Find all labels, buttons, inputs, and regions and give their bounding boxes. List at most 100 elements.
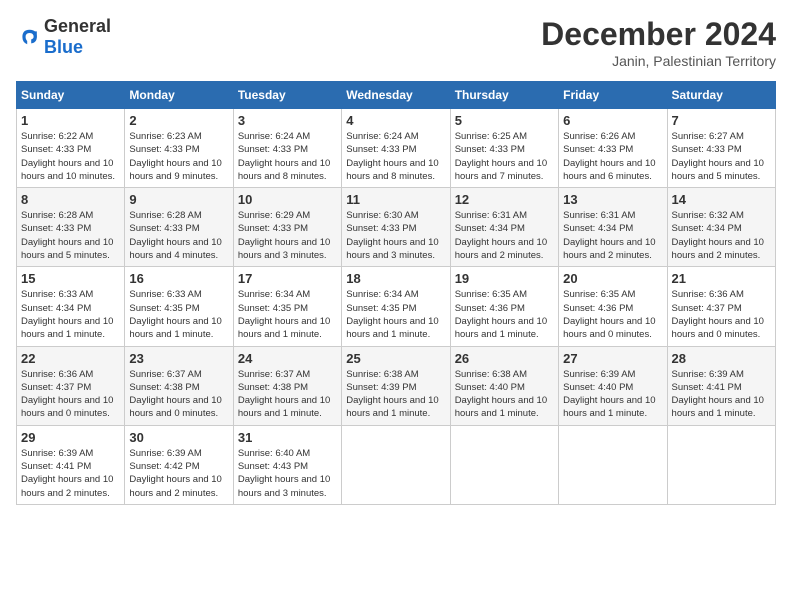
day-number: 22 [21, 351, 120, 366]
calendar-cell: 27 Sunrise: 6:39 AM Sunset: 4:40 PM Dayl… [559, 346, 667, 425]
calendar-cell: 5 Sunrise: 6:25 AM Sunset: 4:33 PM Dayli… [450, 109, 558, 188]
day-info: Sunrise: 6:39 AM Sunset: 4:42 PM Dayligh… [129, 447, 228, 500]
calendar-cell: 22 Sunrise: 6:36 AM Sunset: 4:37 PM Dayl… [17, 346, 125, 425]
calendar-cell [450, 425, 558, 504]
day-info: Sunrise: 6:25 AM Sunset: 4:33 PM Dayligh… [455, 130, 554, 183]
logo-general: General [44, 16, 111, 36]
day-number: 21 [672, 271, 771, 286]
day-number: 27 [563, 351, 662, 366]
calendar-cell: 6 Sunrise: 6:26 AM Sunset: 4:33 PM Dayli… [559, 109, 667, 188]
calendar-cell: 16 Sunrise: 6:33 AM Sunset: 4:35 PM Dayl… [125, 267, 233, 346]
calendar-cell: 11 Sunrise: 6:30 AM Sunset: 4:33 PM Dayl… [342, 188, 450, 267]
day-number: 20 [563, 271, 662, 286]
calendar-cell [667, 425, 775, 504]
calendar-cell: 24 Sunrise: 6:37 AM Sunset: 4:38 PM Dayl… [233, 346, 341, 425]
calendar-body: 1 Sunrise: 6:22 AM Sunset: 4:33 PM Dayli… [17, 109, 776, 505]
day-info: Sunrise: 6:24 AM Sunset: 4:33 PM Dayligh… [346, 130, 445, 183]
day-info: Sunrise: 6:32 AM Sunset: 4:34 PM Dayligh… [672, 209, 771, 262]
day-info: Sunrise: 6:34 AM Sunset: 4:35 PM Dayligh… [238, 288, 337, 341]
day-number: 12 [455, 192, 554, 207]
calendar-cell: 10 Sunrise: 6:29 AM Sunset: 4:33 PM Dayl… [233, 188, 341, 267]
weekday-header-tuesday: Tuesday [233, 82, 341, 109]
day-info: Sunrise: 6:36 AM Sunset: 4:37 PM Dayligh… [21, 368, 120, 421]
calendar-week-row: 15 Sunrise: 6:33 AM Sunset: 4:34 PM Dayl… [17, 267, 776, 346]
calendar-cell: 1 Sunrise: 6:22 AM Sunset: 4:33 PM Dayli… [17, 109, 125, 188]
logo: General Blue [16, 16, 111, 58]
day-number: 23 [129, 351, 228, 366]
day-number: 31 [238, 430, 337, 445]
day-info: Sunrise: 6:35 AM Sunset: 4:36 PM Dayligh… [563, 288, 662, 341]
weekday-header-monday: Monday [125, 82, 233, 109]
day-info: Sunrise: 6:28 AM Sunset: 4:33 PM Dayligh… [21, 209, 120, 262]
day-info: Sunrise: 6:30 AM Sunset: 4:33 PM Dayligh… [346, 209, 445, 262]
logo-text: General Blue [44, 16, 111, 58]
day-number: 24 [238, 351, 337, 366]
calendar-cell: 8 Sunrise: 6:28 AM Sunset: 4:33 PM Dayli… [17, 188, 125, 267]
day-info: Sunrise: 6:31 AM Sunset: 4:34 PM Dayligh… [455, 209, 554, 262]
day-number: 7 [672, 113, 771, 128]
calendar-week-row: 8 Sunrise: 6:28 AM Sunset: 4:33 PM Dayli… [17, 188, 776, 267]
day-number: 10 [238, 192, 337, 207]
day-number: 9 [129, 192, 228, 207]
calendar-cell: 9 Sunrise: 6:28 AM Sunset: 4:33 PM Dayli… [125, 188, 233, 267]
day-info: Sunrise: 6:35 AM Sunset: 4:36 PM Dayligh… [455, 288, 554, 341]
day-info: Sunrise: 6:27 AM Sunset: 4:33 PM Dayligh… [672, 130, 771, 183]
day-info: Sunrise: 6:39 AM Sunset: 4:40 PM Dayligh… [563, 368, 662, 421]
calendar-header-row: SundayMondayTuesdayWednesdayThursdayFrid… [17, 82, 776, 109]
calendar-cell [342, 425, 450, 504]
calendar-cell: 13 Sunrise: 6:31 AM Sunset: 4:34 PM Dayl… [559, 188, 667, 267]
calendar-cell: 7 Sunrise: 6:27 AM Sunset: 4:33 PM Dayli… [667, 109, 775, 188]
calendar-cell: 3 Sunrise: 6:24 AM Sunset: 4:33 PM Dayli… [233, 109, 341, 188]
day-number: 2 [129, 113, 228, 128]
day-info: Sunrise: 6:31 AM Sunset: 4:34 PM Dayligh… [563, 209, 662, 262]
day-info: Sunrise: 6:36 AM Sunset: 4:37 PM Dayligh… [672, 288, 771, 341]
calendar-cell [559, 425, 667, 504]
location-title: Janin, Palestinian Territory [541, 53, 776, 69]
weekday-header-saturday: Saturday [667, 82, 775, 109]
calendar-cell: 20 Sunrise: 6:35 AM Sunset: 4:36 PM Dayl… [559, 267, 667, 346]
day-info: Sunrise: 6:29 AM Sunset: 4:33 PM Dayligh… [238, 209, 337, 262]
day-number: 29 [21, 430, 120, 445]
day-info: Sunrise: 6:38 AM Sunset: 4:39 PM Dayligh… [346, 368, 445, 421]
day-info: Sunrise: 6:28 AM Sunset: 4:33 PM Dayligh… [129, 209, 228, 262]
day-info: Sunrise: 6:33 AM Sunset: 4:35 PM Dayligh… [129, 288, 228, 341]
day-number: 28 [672, 351, 771, 366]
day-number: 16 [129, 271, 228, 286]
calendar-cell: 31 Sunrise: 6:40 AM Sunset: 4:43 PM Dayl… [233, 425, 341, 504]
day-info: Sunrise: 6:39 AM Sunset: 4:41 PM Dayligh… [21, 447, 120, 500]
day-number: 25 [346, 351, 445, 366]
day-number: 26 [455, 351, 554, 366]
calendar-cell: 4 Sunrise: 6:24 AM Sunset: 4:33 PM Dayli… [342, 109, 450, 188]
day-number: 30 [129, 430, 228, 445]
page-header: General Blue December 2024 Janin, Palest… [16, 16, 776, 69]
calendar-cell: 18 Sunrise: 6:34 AM Sunset: 4:35 PM Dayl… [342, 267, 450, 346]
day-number: 19 [455, 271, 554, 286]
day-info: Sunrise: 6:34 AM Sunset: 4:35 PM Dayligh… [346, 288, 445, 341]
calendar-cell: 29 Sunrise: 6:39 AM Sunset: 4:41 PM Dayl… [17, 425, 125, 504]
day-number: 17 [238, 271, 337, 286]
day-info: Sunrise: 6:37 AM Sunset: 4:38 PM Dayligh… [129, 368, 228, 421]
weekday-header-friday: Friday [559, 82, 667, 109]
calendar-cell: 26 Sunrise: 6:38 AM Sunset: 4:40 PM Dayl… [450, 346, 558, 425]
calendar-cell: 12 Sunrise: 6:31 AM Sunset: 4:34 PM Dayl… [450, 188, 558, 267]
day-info: Sunrise: 6:38 AM Sunset: 4:40 PM Dayligh… [455, 368, 554, 421]
day-number: 14 [672, 192, 771, 207]
calendar-cell: 17 Sunrise: 6:34 AM Sunset: 4:35 PM Dayl… [233, 267, 341, 346]
day-number: 1 [21, 113, 120, 128]
day-info: Sunrise: 6:37 AM Sunset: 4:38 PM Dayligh… [238, 368, 337, 421]
day-number: 5 [455, 113, 554, 128]
logo-icon [16, 25, 40, 49]
calendar-cell: 15 Sunrise: 6:33 AM Sunset: 4:34 PM Dayl… [17, 267, 125, 346]
day-number: 18 [346, 271, 445, 286]
calendar-cell: 14 Sunrise: 6:32 AM Sunset: 4:34 PM Dayl… [667, 188, 775, 267]
calendar-cell: 19 Sunrise: 6:35 AM Sunset: 4:36 PM Dayl… [450, 267, 558, 346]
calendar-week-row: 29 Sunrise: 6:39 AM Sunset: 4:41 PM Dayl… [17, 425, 776, 504]
title-block: December 2024 Janin, Palestinian Territo… [541, 16, 776, 69]
day-info: Sunrise: 6:40 AM Sunset: 4:43 PM Dayligh… [238, 447, 337, 500]
weekday-header-thursday: Thursday [450, 82, 558, 109]
month-title: December 2024 [541, 16, 776, 53]
logo-blue: Blue [44, 37, 83, 57]
day-number: 13 [563, 192, 662, 207]
calendar-cell: 2 Sunrise: 6:23 AM Sunset: 4:33 PM Dayli… [125, 109, 233, 188]
day-info: Sunrise: 6:22 AM Sunset: 4:33 PM Dayligh… [21, 130, 120, 183]
